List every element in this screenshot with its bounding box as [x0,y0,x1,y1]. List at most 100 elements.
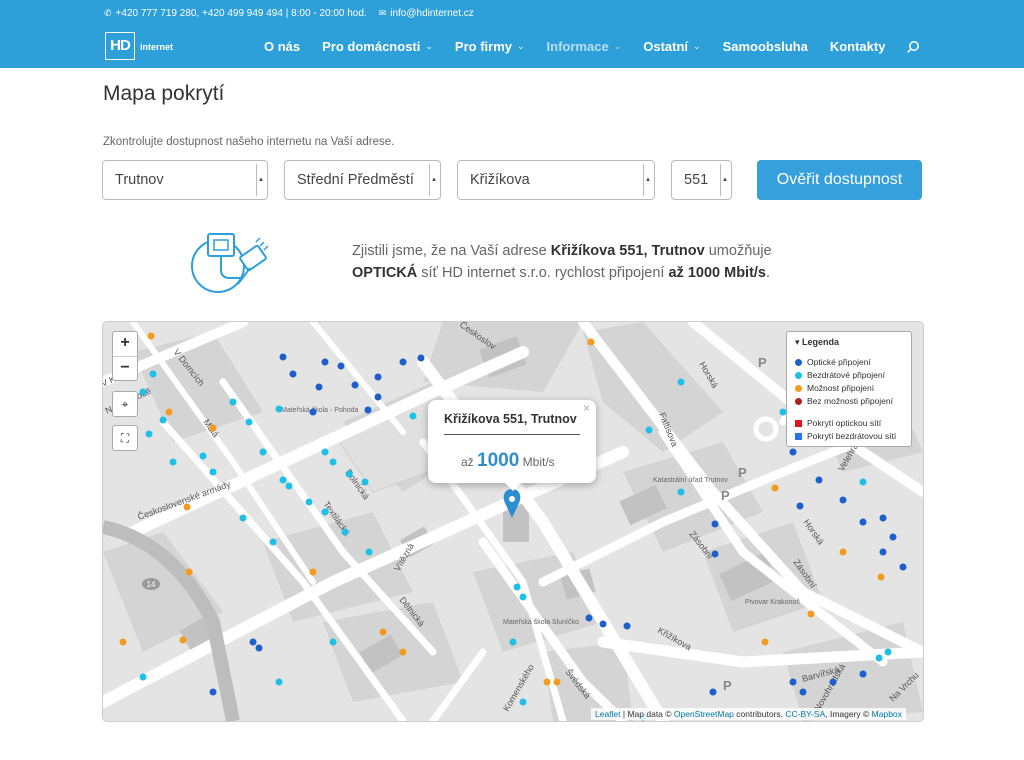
wireless-point[interactable] [513,583,521,591]
fiber-point[interactable] [899,563,907,571]
wireless-point[interactable] [239,514,247,522]
fiber-point[interactable] [879,548,887,556]
email-info[interactable]: ✉ info@hdinternet.cz [379,8,474,19]
fiber-point[interactable] [249,638,257,646]
fiber-point[interactable] [711,550,719,558]
possible-point[interactable] [379,628,387,636]
fiber-point[interactable] [209,688,217,696]
fiber-point[interactable] [623,622,631,630]
license-link[interactable]: CC-BY-SA [785,709,825,719]
fullscreen-button[interactable]: ⛶ [112,425,138,451]
wireless-point[interactable] [345,470,353,478]
fiber-point[interactable] [417,354,425,362]
possible-point[interactable] [209,424,217,432]
wireless-point[interactable] [519,698,527,706]
wireless-point[interactable] [285,482,293,490]
wireless-point[interactable] [509,638,517,646]
fiber-point[interactable] [859,518,867,526]
possible-point[interactable] [807,610,815,618]
possible-point[interactable] [185,568,193,576]
fiber-point[interactable] [279,353,287,361]
possible-point[interactable] [587,338,595,346]
wireless-point[interactable] [275,678,283,686]
wireless-point[interactable] [677,378,685,386]
fiber-point[interactable] [315,383,323,391]
nav-item-ostatni[interactable]: Ostatní ⌄ [643,39,700,54]
fiber-point[interactable] [585,614,593,622]
wireless-point[interactable] [329,638,337,646]
search-icon[interactable] [906,40,920,54]
fiber-point[interactable] [879,514,887,522]
logo[interactable]: HD [105,32,135,60]
wireless-point[interactable] [305,498,313,506]
fiber-point[interactable] [289,370,297,378]
fiber-point[interactable] [374,393,382,401]
wireless-point[interactable] [139,388,147,396]
locate-me-button[interactable]: ⌖ [112,391,138,417]
fiber-point[interactable] [364,406,372,414]
possible-point[interactable] [179,636,187,644]
possible-point[interactable] [553,678,561,686]
wireless-point[interactable] [169,458,177,466]
wireless-point[interactable] [139,673,147,681]
fiber-point[interactable] [255,644,263,652]
fiber-point[interactable] [321,358,329,366]
fiber-point[interactable] [889,533,897,541]
wireless-point[interactable] [875,654,883,662]
fiber-point[interactable] [399,358,407,366]
wireless-point[interactable] [279,476,287,484]
fiber-point[interactable] [374,373,382,381]
mapbox-link[interactable]: Mapbox [872,709,902,719]
possible-point[interactable] [183,503,191,511]
nav-item-o-nas[interactable]: O nás [264,39,300,54]
wireless-point[interactable] [365,548,373,556]
wireless-point[interactable] [519,593,527,601]
wireless-point[interactable] [159,416,167,424]
fiber-point[interactable] [799,688,807,696]
fiber-point[interactable] [337,362,345,370]
close-icon[interactable]: × [583,401,590,415]
nav-item-kontakty[interactable]: Kontakty [830,39,886,54]
nav-item-pro-firmy[interactable]: Pro firmy ⌄ [455,39,525,54]
wireless-point[interactable] [199,452,207,460]
fiber-point[interactable] [859,670,867,678]
fiber-point[interactable] [351,381,359,389]
osm-link[interactable]: OpenStreetMap [674,709,734,719]
possible-point[interactable] [543,678,551,686]
fiber-point[interactable] [839,496,847,504]
fiber-point[interactable] [709,688,717,696]
wireless-point[interactable] [209,468,217,476]
legend-title[interactable]: ▾ Legenda [795,337,839,348]
wireless-point[interactable] [321,508,329,516]
wireless-point[interactable] [245,418,253,426]
fiber-point[interactable] [815,476,823,484]
fiber-point[interactable] [796,502,804,510]
possible-point[interactable] [309,568,317,576]
fiber-point[interactable] [829,678,837,686]
email-text[interactable]: info@hdinternet.cz [390,8,474,19]
possible-point[interactable] [877,573,885,581]
nav-item-samoobsluha[interactable]: Samoobsluha [723,39,808,54]
wireless-point[interactable] [859,478,867,486]
fiber-point[interactable] [789,448,797,456]
wireless-point[interactable] [229,398,237,406]
possible-point[interactable] [839,548,847,556]
street-select[interactable]: Křižíkova ▴ [457,160,655,200]
leaflet-link[interactable]: Leaflet [595,709,621,719]
check-availability-button[interactable]: Ověřit dostupnost [757,160,922,200]
nav-item-pro-domacnosti[interactable]: Pro domácnosti ⌄ [322,39,433,54]
possible-point[interactable] [147,332,155,340]
possible-point[interactable] [165,408,173,416]
possible-point[interactable] [771,484,779,492]
wireless-point[interactable] [269,538,277,546]
wireless-point[interactable] [645,426,653,434]
district-select[interactable]: Střední Předměstí ▴ [284,160,441,200]
wireless-point[interactable] [259,448,267,456]
wireless-point[interactable] [329,458,337,466]
number-select[interactable]: 551 ▴ [671,160,732,200]
possible-point[interactable] [761,638,769,646]
wireless-point[interactable] [884,648,892,656]
fiber-point[interactable] [599,620,607,628]
fiber-point[interactable] [309,408,317,416]
wireless-point[interactable] [361,478,369,486]
